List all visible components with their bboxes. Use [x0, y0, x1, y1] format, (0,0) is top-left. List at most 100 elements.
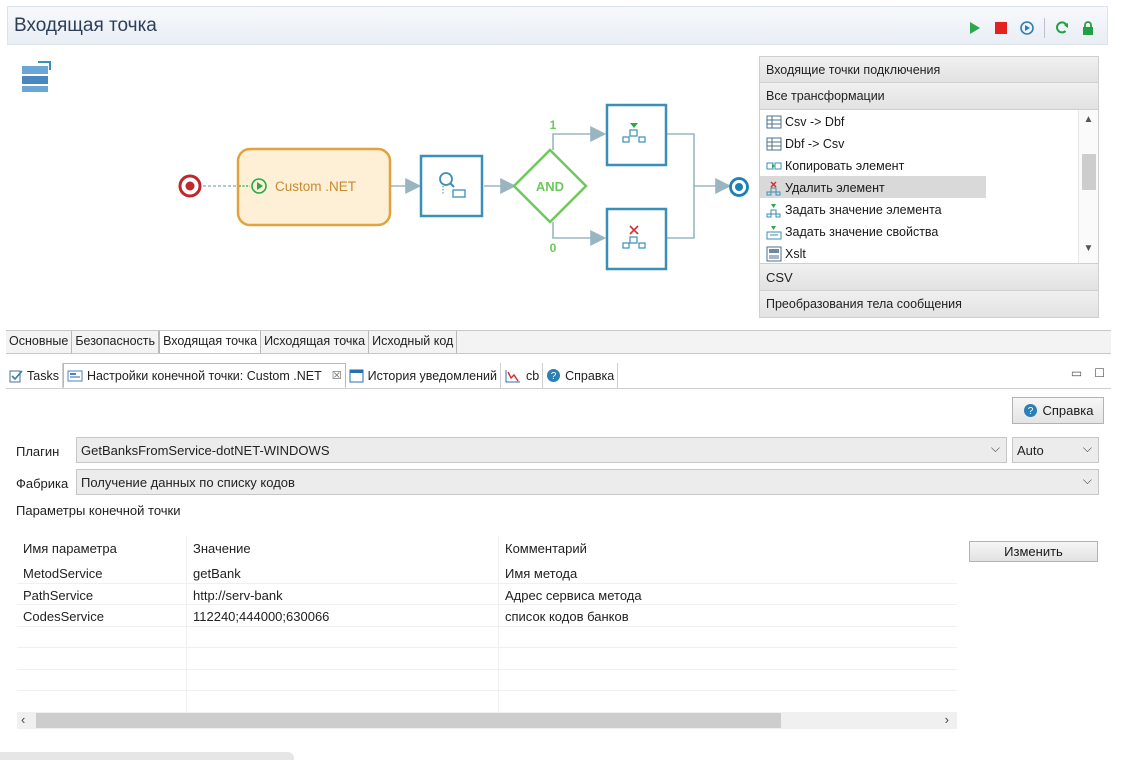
tab-notification-history[interactable]: История уведомлений	[346, 363, 501, 388]
custom-net-node[interactable]: Custom .NET	[236, 147, 392, 227]
column-header[interactable]: Значение	[187, 536, 499, 562]
palette-section-csv[interactable]: CSV	[759, 264, 1099, 291]
refresh-icon[interactable]	[1053, 19, 1071, 37]
palette-section-body-transforms[interactable]: Преобразования тела сообщения	[759, 291, 1099, 318]
table-row[interactable]: MetodService getBank Имя метода	[17, 562, 957, 584]
params-title: Параметры конечной точки	[16, 503, 181, 518]
table-header-row: Имя параметра Значение Комментарий	[17, 536, 957, 562]
close-icon[interactable]: ☒	[332, 369, 342, 382]
palette-item-set-property-value[interactable]: Задать значение свойства	[760, 220, 986, 242]
svg-text:Custom .NET: Custom .NET	[275, 179, 356, 194]
empty-table-row[interactable]	[17, 691, 957, 713]
maximize-icon[interactable]: ☐	[1094, 366, 1105, 380]
endpoint-icon[interactable]	[22, 61, 51, 92]
palette-item-label: Задать значение элемента	[785, 203, 942, 217]
set-element-value-icon	[766, 203, 781, 217]
set-property-value-icon	[766, 225, 782, 239]
play-icon[interactable]	[966, 19, 984, 37]
delete-element-node[interactable]	[605, 207, 668, 271]
help-icon: ?	[547, 369, 561, 382]
plugin-select[interactable]: GetBanksFromService-dotNET-WINDOWS ⌵	[76, 437, 1007, 463]
deploy-icon[interactable]	[1018, 19, 1036, 37]
palette-panel: Входящие точки подключения Все трансформ…	[759, 56, 1099, 318]
svg-text:?: ?	[551, 371, 557, 382]
column-header[interactable]: Имя параметра	[17, 536, 187, 562]
empty-table-row[interactable]	[17, 648, 957, 670]
scrollbar-thumb[interactable]	[1082, 154, 1096, 190]
platform-select[interactable]: Auto ⌵	[1012, 437, 1099, 463]
tab-cb[interactable]: cb	[501, 363, 544, 388]
tab-label: Настройки конечной точки: Custom .NET	[86, 368, 322, 383]
table-row[interactable]: CodesService 112240;444000;630066 список…	[17, 605, 957, 627]
palette-item-label: Удалить элемент	[785, 181, 885, 195]
scroll-up-icon[interactable]: ▲	[1079, 114, 1098, 130]
lookup-node[interactable]	[419, 154, 484, 218]
editor-tab-bar: Основные Безопасность Входящая точка Исх…	[6, 330, 1111, 354]
palette-item-label: Xslt	[785, 247, 806, 261]
param-name-cell: MetodService	[17, 562, 187, 583]
empty-table-row[interactable]	[17, 626, 957, 648]
tasks-icon	[9, 369, 23, 382]
palette-transform-list: Csv -> Dbf Dbf -> Csv Копировать элемент…	[759, 110, 1099, 264]
factory-value: Получение данных по списку кодов	[81, 475, 295, 490]
history-icon	[349, 369, 364, 382]
tab-label: Справка	[565, 368, 615, 383]
factory-select[interactable]: Получение данных по списку кодов ⌵	[76, 469, 1099, 495]
palette-item-set-element-value[interactable]: Задать значение элемента	[760, 198, 986, 220]
tab-source-code[interactable]: Исходный код	[369, 331, 458, 353]
param-comment-cell: список кодов банков	[505, 609, 629, 624]
minimize-icon[interactable]: ▭	[1071, 366, 1082, 380]
help-icon: ?	[1023, 404, 1037, 417]
tab-help[interactable]: ? Справка	[543, 363, 619, 388]
help-button[interactable]: ? Справка	[1012, 397, 1104, 424]
chevron-down-icon: ⌵	[1082, 441, 1092, 455]
scroll-right-icon[interactable]: ›	[945, 712, 949, 727]
palette-section-incoming[interactable]: Входящие точки подключения	[759, 56, 1099, 83]
toolbar-separator	[1044, 18, 1045, 38]
copy-element-icon	[766, 162, 782, 170]
table-icon	[766, 137, 782, 151]
tab-outgoing-point[interactable]: Исходящая точка	[261, 331, 370, 353]
tab-endpoint-settings[interactable]: Настройки конечной точки: Custom .NET ☒	[62, 363, 346, 388]
palette-item-copy-element[interactable]: Копировать элемент	[760, 154, 986, 176]
tab-incoming-point[interactable]: Входящая точка	[159, 331, 262, 353]
scroll-left-icon[interactable]: ‹	[21, 712, 25, 727]
svg-text:?: ?	[1027, 406, 1033, 417]
empty-table-row[interactable]	[17, 669, 957, 691]
palette-item-dbf-csv[interactable]: Dbf -> Csv	[760, 132, 986, 154]
end-node[interactable]	[729, 177, 749, 197]
process-diagram: Custom .NET AND 1 0	[10, 52, 755, 322]
table-row[interactable]: PathService http://serv-bank Адрес серви…	[17, 583, 957, 605]
palette-item-csv-dbf[interactable]: Csv -> Dbf	[760, 110, 986, 132]
params-table: Имя параметра Значение Комментарий Metod…	[17, 536, 957, 713]
scrollbar-thumb[interactable]	[36, 713, 781, 728]
palette-item-xslt[interactable]: Xslt	[760, 242, 986, 263]
lock-icon[interactable]	[1079, 19, 1097, 37]
scroll-down-icon[interactable]: ▼	[1079, 243, 1098, 259]
start-node[interactable]	[178, 174, 202, 198]
param-comment-cell: Адрес сервиса метода	[505, 587, 642, 603]
delete-element-icon	[766, 181, 781, 195]
tab-main[interactable]: Основные	[6, 331, 73, 353]
tab-security[interactable]: Безопасность	[72, 331, 160, 353]
tab-tasks[interactable]: Tasks	[6, 363, 63, 388]
status-bar-fragment	[0, 752, 294, 760]
and-gateway[interactable]: AND	[512, 148, 588, 224]
xslt-icon	[766, 246, 782, 262]
palette-section-all-transforms[interactable]: Все трансформации	[759, 83, 1099, 110]
palette-item-label: Копировать элемент	[785, 159, 905, 173]
table-horizontal-scrollbar[interactable]: ‹ ›	[17, 712, 957, 729]
chart-icon	[505, 369, 520, 382]
factory-label: Фабрика	[16, 476, 69, 491]
palette-item-delete-element[interactable]: Удалить элемент	[760, 176, 986, 198]
stop-icon[interactable]	[992, 19, 1010, 37]
column-header[interactable]: Комментарий	[499, 536, 957, 562]
change-button[interactable]: Изменить	[969, 541, 1098, 562]
param-comment-cell: Имя метода	[505, 566, 578, 581]
tab-label: История уведомлений	[367, 368, 497, 383]
set-element-node[interactable]	[605, 103, 668, 167]
palette-item-label: Csv -> Dbf	[785, 115, 845, 129]
param-value-cell: 112240;444000;630066	[187, 605, 499, 626]
palette-scrollbar[interactable]: ▲ ▼	[1078, 110, 1098, 263]
tab-label: Tasks	[27, 368, 59, 383]
